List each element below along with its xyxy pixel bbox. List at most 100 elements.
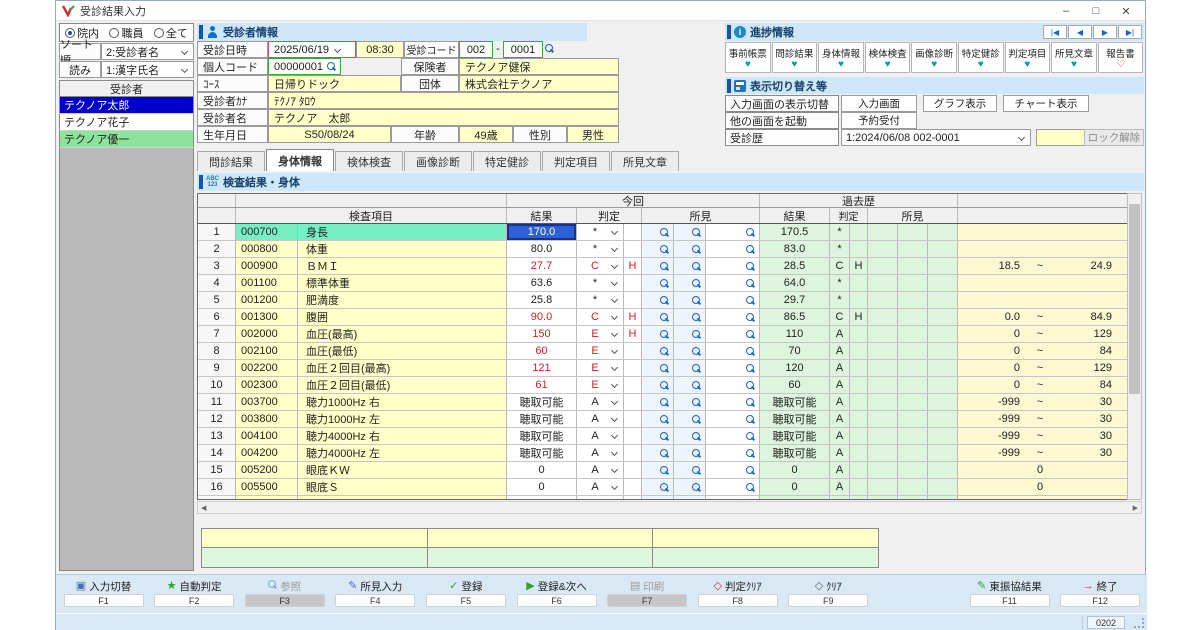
function-key-cap[interactable]: F1: [64, 594, 144, 607]
progress-nav-button-2[interactable]: ▶: [1093, 25, 1117, 39]
progress-button-問診結果[interactable]: 問診結果♥: [772, 42, 818, 73]
current-judge-dropdown[interactable]: A: [577, 496, 624, 500]
finding-cell[interactable]: [674, 343, 706, 359]
finding-cell[interactable]: [642, 394, 674, 410]
function-key-cap[interactable]: F11: [970, 594, 1050, 607]
finding-search-icon[interactable]: [746, 381, 755, 390]
horizontal-scrollbar[interactable]: ◀▶: [197, 501, 1142, 514]
function-key-F6[interactable]: ▶登録&次へF6: [512, 578, 601, 611]
finding-cell[interactable]: [674, 394, 706, 410]
finding-cell[interactable]: [706, 360, 760, 376]
finding-search-icon[interactable]: [746, 415, 755, 424]
unlock-button[interactable]: ロック解除: [1084, 129, 1144, 146]
current-judge-dropdown[interactable]: *: [577, 275, 624, 291]
name-field[interactable]: テクノア 太郎: [268, 109, 619, 126]
finding-cell[interactable]: [642, 241, 674, 257]
finding-search-icon[interactable]: [692, 313, 701, 322]
function-key-cap[interactable]: F6: [517, 594, 597, 607]
progress-button-画像診断[interactable]: 画像診断♥: [911, 42, 957, 73]
finding-search-icon[interactable]: [692, 398, 701, 407]
reading-select[interactable]: 1:漢字氏名: [101, 61, 194, 78]
finding-search-icon[interactable]: [660, 466, 669, 475]
finding-search-icon[interactable]: [692, 347, 701, 356]
finding-search-icon[interactable]: [692, 279, 701, 288]
tab-判定項目[interactable]: 判定項目: [542, 151, 610, 171]
finding-cell[interactable]: [706, 445, 760, 461]
finding-search-icon[interactable]: [746, 364, 755, 373]
finding-search-icon[interactable]: [746, 432, 755, 441]
maximize-button[interactable]: □: [1081, 1, 1111, 21]
function-key-F1[interactable]: ▣入力切替F1: [59, 578, 148, 611]
visit-date-field[interactable]: 2025/06/19: [268, 41, 356, 58]
finding-cell[interactable]: [674, 326, 706, 342]
finding-search-icon[interactable]: [660, 415, 669, 424]
finding-search-icon[interactable]: [660, 483, 669, 492]
finding-search-icon[interactable]: [660, 364, 669, 373]
progress-button-特定健診[interactable]: 特定健診♥: [958, 42, 1004, 73]
scope-radio-全て[interactable]: 全て: [154, 25, 188, 41]
display-button-入力画面[interactable]: 入力画面: [841, 95, 917, 112]
finding-cell[interactable]: [642, 462, 674, 478]
table-row[interactable]: 6001300腹囲90.0CH86.5CH0.0~84.9: [198, 309, 1141, 326]
finding-search-icon[interactable]: [660, 449, 669, 458]
tab-画像診断[interactable]: 画像診断: [404, 151, 472, 171]
progress-nav-button-3[interactable]: ▶|: [1118, 25, 1142, 39]
tab-特定健診[interactable]: 特定健診: [473, 151, 541, 171]
current-judge-dropdown[interactable]: E: [577, 343, 624, 359]
finding-search-icon[interactable]: [660, 381, 669, 390]
current-judge-dropdown[interactable]: *: [577, 292, 624, 308]
finding-search-icon[interactable]: [692, 245, 701, 254]
current-result-cell[interactable]: 0: [507, 496, 577, 500]
current-judge-dropdown[interactable]: C: [577, 309, 624, 325]
function-key-cap[interactable]: F8: [698, 594, 778, 607]
current-judge-dropdown[interactable]: A: [577, 445, 624, 461]
table-row[interactable]: 7002000血圧(最高)150EH110A0~129: [198, 326, 1141, 343]
progress-button-所見文章[interactable]: 所見文章♥: [1051, 42, 1097, 73]
table-row[interactable]: 16005500眼底Ｓ0A0A0: [198, 479, 1141, 496]
table-row[interactable]: 5001200肥満度25.8*29.7*: [198, 292, 1141, 309]
finding-search-icon[interactable]: [746, 262, 755, 271]
summary-cell[interactable]: [428, 548, 654, 567]
finding-cell[interactable]: [674, 309, 706, 325]
finding-search-icon[interactable]: [660, 296, 669, 305]
table-row[interactable]: 11003700聴力1000Hz 右聴取可能A聴取可能A-999~30: [198, 394, 1141, 411]
finding-search-icon[interactable]: [660, 500, 669, 501]
table-row[interactable]: 13004100聴力4000Hz 右聴取可能A聴取可能A-999~30: [198, 428, 1141, 445]
summary-cell[interactable]: [653, 548, 878, 567]
function-key-F8[interactable]: ◇判定ｸﾘｱF8: [693, 578, 782, 611]
visit-code-1-field[interactable]: 002: [459, 41, 493, 58]
patient-list-item[interactable]: テクノア花子: [59, 114, 194, 131]
visit-time-field[interactable]: 08:30: [356, 41, 404, 58]
current-result-cell[interactable]: 0: [507, 462, 577, 478]
progress-button-身体情報[interactable]: 身体情報♥: [818, 42, 864, 73]
current-result-cell[interactable]: 61: [507, 377, 577, 393]
table-row[interactable]: 9002200血圧２回目(最高)121E120A0~129: [198, 360, 1141, 377]
finding-cell[interactable]: [706, 275, 760, 291]
current-result-cell[interactable]: 聴取可能: [507, 394, 577, 410]
finding-search-icon[interactable]: [660, 330, 669, 339]
finding-search-icon[interactable]: [692, 296, 701, 305]
function-key-F2[interactable]: ★自動判定F2: [150, 578, 239, 611]
course-field[interactable]: 日帰りドック: [268, 75, 401, 92]
current-judge-dropdown[interactable]: *: [577, 224, 624, 240]
current-judge-dropdown[interactable]: *: [577, 241, 624, 257]
finding-cell[interactable]: [642, 428, 674, 444]
finding-search-icon[interactable]: [692, 483, 701, 492]
finding-search-icon[interactable]: [746, 466, 755, 475]
function-key-F4[interactable]: ✎所見入力F4: [331, 578, 420, 611]
scope-radio-職員[interactable]: 職員: [109, 25, 143, 41]
group-field[interactable]: 株式会社テクノア: [459, 75, 619, 92]
finding-cell[interactable]: [674, 241, 706, 257]
finding-cell[interactable]: [706, 343, 760, 359]
current-result-cell[interactable]: 25.8: [507, 292, 577, 308]
table-row[interactable]: 3000900ＢＭＩ27.7CH28.5CH18.5~24.9: [198, 258, 1141, 275]
finding-search-icon[interactable]: [660, 279, 669, 288]
scroll-right-icon[interactable]: ▶: [1133, 504, 1138, 512]
finding-search-icon[interactable]: [692, 330, 701, 339]
progress-button-検体検査[interactable]: 検体検査♥: [865, 42, 911, 73]
finding-search-icon[interactable]: [660, 228, 669, 237]
finding-search-icon[interactable]: [746, 228, 755, 237]
finding-cell[interactable]: [706, 377, 760, 393]
insurer-field[interactable]: テクノア健保: [459, 58, 619, 75]
finding-cell[interactable]: [674, 462, 706, 478]
